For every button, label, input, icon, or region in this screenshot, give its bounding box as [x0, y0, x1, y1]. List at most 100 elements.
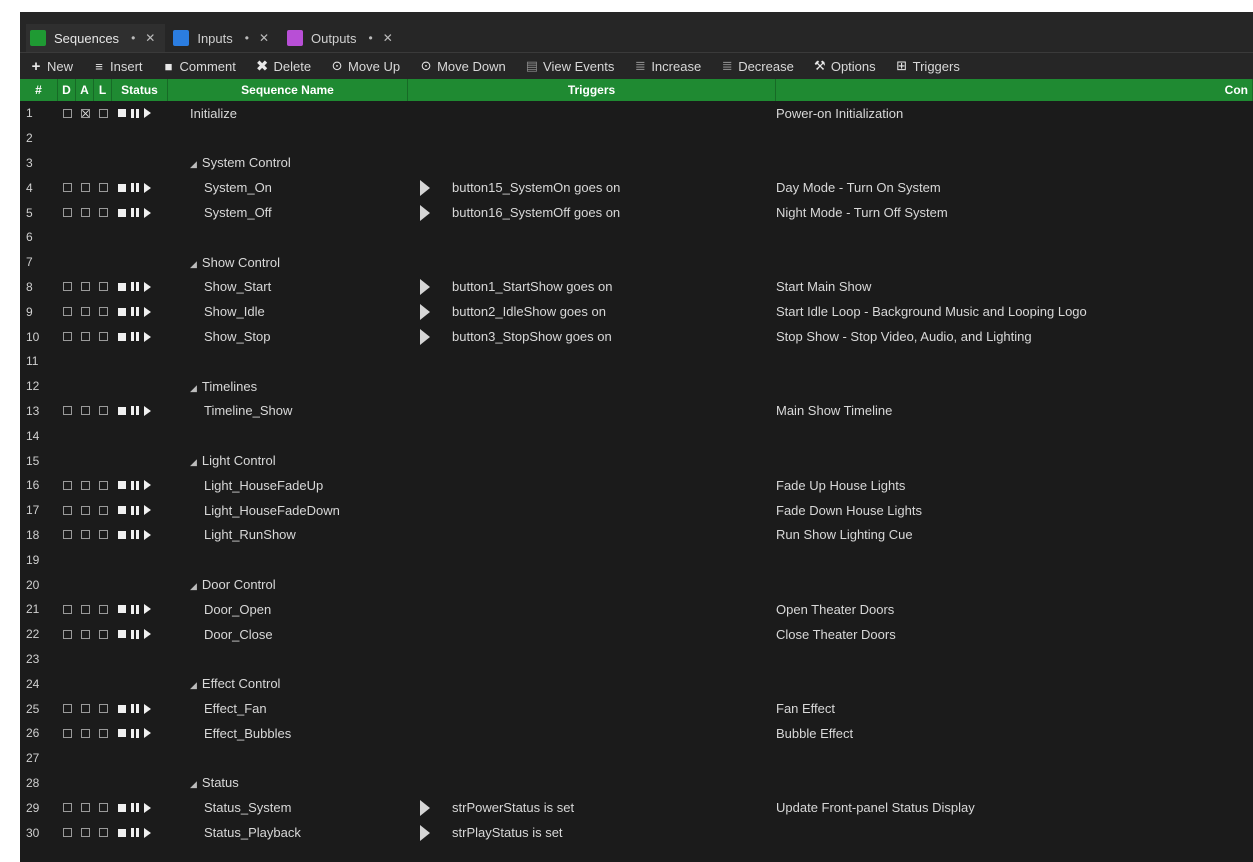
close-icon[interactable]: ✕	[383, 31, 393, 45]
checkbox-d[interactable]	[62, 183, 72, 193]
table-row[interactable]: 12 ◢ Timelines	[20, 374, 1253, 399]
pause-icon[interactable]	[131, 183, 139, 193]
checkbox-a[interactable]	[80, 704, 90, 714]
table-row[interactable]: 4 System_On button15_SystemOn goes on Day M…	[20, 175, 1253, 200]
checkbox-a[interactable]	[80, 505, 90, 515]
play-icon[interactable]	[144, 480, 151, 491]
play-icon[interactable]	[144, 306, 151, 317]
table-row[interactable]: 21 Door_Open Open Theater Doors	[20, 597, 1253, 622]
stop-icon[interactable]	[118, 729, 126, 738]
checkbox-a[interactable]	[80, 307, 90, 317]
pause-icon[interactable]	[131, 505, 139, 515]
play-icon[interactable]	[144, 728, 151, 739]
trigger-play-icon[interactable]	[420, 824, 430, 841]
play-icon[interactable]	[144, 827, 151, 838]
checkbox-a[interactable]	[80, 480, 90, 490]
checkbox-l[interactable]	[98, 108, 108, 118]
play-icon[interactable]	[144, 629, 151, 640]
checkbox-l[interactable]	[98, 480, 108, 490]
tab-outputs[interactable]: Outputs • ✕	[283, 24, 403, 52]
stop-icon[interactable]	[118, 406, 126, 415]
collapse-triangle-icon[interactable]: ◢	[190, 383, 197, 393]
table-row[interactable]: 16 Light_HouseFadeUp Fade Up House Lights	[20, 473, 1253, 498]
table-row[interactable]: 30 Status_Playback strPlayStatus is set	[20, 820, 1253, 845]
table-row[interactable]: 9 Show_Idle button2_IdleShow goes on Start …	[20, 299, 1253, 324]
group-header[interactable]: ◢ Show Control	[168, 255, 408, 270]
close-icon[interactable]: ✕	[259, 31, 269, 45]
stop-icon[interactable]	[118, 282, 126, 291]
checkbox-d[interactable]	[62, 629, 72, 639]
trigger-play-icon[interactable]	[420, 179, 430, 196]
collapse-triangle-icon[interactable]: ◢	[190, 259, 197, 269]
collapse-triangle-icon[interactable]: ◢	[190, 457, 197, 467]
checkbox-d[interactable]	[62, 307, 72, 317]
collapse-triangle-icon[interactable]: ◢	[190, 581, 197, 591]
move-up-button[interactable]: ⊙ Move Up	[331, 58, 400, 74]
play-icon[interactable]	[144, 281, 151, 292]
column-header-triggers[interactable]: Triggers	[408, 79, 776, 101]
stop-icon[interactable]	[118, 506, 126, 515]
checkbox-a[interactable]	[80, 530, 90, 540]
column-header-number[interactable]: #	[20, 79, 58, 101]
column-header-comment[interactable]: Con	[776, 79, 1253, 101]
play-icon[interactable]	[144, 405, 151, 416]
table-row[interactable]: 3 ◢ System Control	[20, 151, 1253, 176]
checkbox-l[interactable]	[98, 530, 108, 540]
pause-icon[interactable]	[131, 828, 139, 837]
group-header[interactable]: ◢ Status	[168, 775, 408, 790]
play-icon[interactable]	[144, 703, 151, 714]
trigger-play-icon[interactable]	[420, 328, 430, 345]
column-header-d[interactable]: D	[58, 79, 76, 101]
group-header[interactable]: ◢ Effect Control	[168, 676, 408, 691]
checkbox-a[interactable]	[80, 828, 90, 837]
checkbox-d[interactable]	[62, 406, 72, 416]
table-row[interactable]: 10 Show_Stop button3_StopShow goes on Stop …	[20, 324, 1253, 349]
tab-inputs[interactable]: Inputs • ✕	[169, 24, 279, 52]
stop-icon[interactable]	[118, 332, 126, 341]
table-row[interactable]: 5 System_Off button16_SystemOff goes on Nig…	[20, 200, 1253, 225]
stop-icon[interactable]	[118, 307, 126, 316]
column-header-l[interactable]: L	[94, 79, 112, 101]
trigger-play-icon[interactable]	[420, 303, 430, 320]
checkbox-d[interactable]	[62, 704, 72, 714]
collapse-triangle-icon[interactable]: ◢	[190, 159, 197, 169]
play-icon[interactable]	[144, 529, 151, 540]
checkbox-a[interactable]	[80, 282, 90, 292]
checkbox-d[interactable]	[62, 803, 72, 813]
table-row[interactable]: 22 Door_Close Close Theater Doors	[20, 622, 1253, 647]
pause-icon[interactable]	[131, 803, 139, 813]
trigger-play-icon[interactable]	[420, 799, 430, 816]
trigger-play-icon[interactable]	[420, 278, 430, 295]
increase-button[interactable]: ≣ Increase	[634, 58, 701, 74]
pin-icon[interactable]: •	[131, 31, 135, 45]
pin-icon[interactable]: •	[369, 31, 373, 45]
table-row[interactable]: 25 Effect_Fan Fan Effect	[20, 696, 1253, 721]
checkbox-a[interactable]	[80, 629, 90, 639]
tab-sequences[interactable]: Sequences • ✕	[26, 24, 166, 52]
trigger-play-icon[interactable]	[420, 204, 430, 221]
pause-icon[interactable]	[131, 604, 139, 614]
table-row[interactable]: 26 Effect_Bubbles Bubble Effect	[20, 721, 1253, 746]
pause-icon[interactable]	[131, 728, 139, 738]
table-row[interactable]: 15 ◢ Light Control	[20, 448, 1253, 473]
checkbox-a[interactable]	[80, 728, 90, 738]
pause-icon[interactable]	[131, 704, 139, 714]
table-row[interactable]: 6	[20, 225, 1253, 250]
checkbox-l[interactable]	[98, 183, 108, 193]
column-header-sequence-name[interactable]: Sequence Name	[168, 79, 408, 101]
play-icon[interactable]	[144, 604, 151, 615]
checkbox-d[interactable]	[62, 505, 72, 515]
pause-icon[interactable]	[131, 480, 139, 490]
pause-icon[interactable]	[131, 208, 139, 218]
table-row[interactable]: 13 Timeline_Show Main Show Timeline	[20, 399, 1253, 424]
checkbox-a[interactable]	[80, 604, 90, 614]
table-row[interactable]: 29 Status_System strPowerStatus is set Upda…	[20, 795, 1253, 820]
decrease-button[interactable]: ≣ Decrease	[721, 58, 794, 74]
options-button[interactable]: ⚒ Options	[814, 58, 876, 74]
pause-icon[interactable]	[131, 530, 139, 540]
pause-icon[interactable]	[131, 108, 139, 118]
checkbox-a[interactable]	[80, 803, 90, 813]
checkbox-l[interactable]	[98, 282, 108, 292]
checkbox-l[interactable]	[98, 604, 108, 614]
group-header[interactable]: ◢ System Control	[168, 155, 408, 170]
